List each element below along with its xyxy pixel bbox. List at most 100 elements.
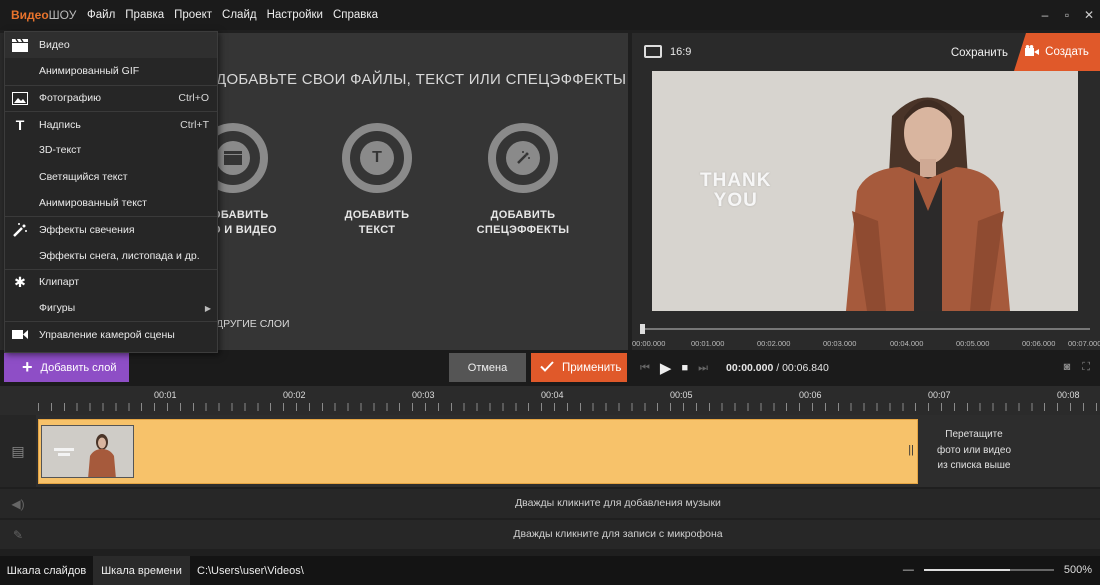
seek-handle[interactable]: [640, 324, 645, 334]
apply-button[interactable]: Применить: [531, 353, 627, 382]
menu-item-glowing-text[interactable]: Светящийся текст: [5, 163, 217, 189]
drop-hint: Перетащите фото или видео из списка выше: [936, 429, 1012, 471]
ruler-label: 00:01.000: [691, 339, 725, 348]
menu-item-animated-text[interactable]: Анимированный текст: [5, 190, 217, 216]
timeline-label: 00:03: [412, 390, 435, 400]
timeline-label: 00:05: [670, 390, 693, 400]
zoom-slider[interactable]: [923, 569, 1054, 571]
play-icon[interactable]: ▶: [660, 359, 672, 377]
cancel-button[interactable]: Отмена: [449, 353, 526, 382]
ruler-label: 00:03.000: [823, 339, 857, 348]
stop-icon[interactable]: ■: [681, 362, 688, 374]
other-layers-hint: ДРУГИЕ СЛОИ: [216, 318, 290, 330]
menu-item-shapes[interactable]: Фигуры ▶: [5, 295, 217, 321]
next-icon[interactable]: ⏭: [698, 362, 708, 375]
close-icon[interactable]: ✕: [1078, 8, 1100, 22]
title-bar: ВидеоШОУ Файл Правка Проект Слайд Настро…: [0, 0, 1100, 30]
timecode: 00:00.000 / 00:06.840: [726, 362, 829, 374]
add-effects-label: ДОБАВИТЬ СПЕЦЭФФЕКТЫ: [476, 209, 570, 236]
menu-file[interactable]: Файл: [82, 9, 120, 21]
logo-part-video: Видео: [11, 8, 49, 22]
menu-item-camera-control[interactable]: Управление камерой сцены: [5, 321, 217, 347]
zoom-slider-fill: [923, 569, 1010, 571]
status-bar: Шкала слайдов Шкала времени C:\Users\use…: [0, 556, 1100, 585]
add-layer-button[interactable]: + Добавить слой: [4, 353, 129, 382]
clip-thumbnail: [41, 425, 134, 478]
timeline-label: 00:02: [283, 390, 306, 400]
zoom-value: 500%: [1063, 564, 1092, 576]
menu-slide[interactable]: Слайд: [217, 9, 262, 21]
video-preview: THANK YOU: [652, 71, 1078, 311]
timeline-ruler[interactable]: 00:01 00:02 00:03 00:04 00:05 00:06 00:0…: [0, 386, 1100, 415]
ruler-label: 00:07.000: [1068, 339, 1100, 348]
create-button[interactable]: Создать: [1014, 33, 1100, 71]
thank-you-overlay: THANK YOU: [700, 170, 772, 211]
checkmark-icon: [540, 360, 554, 375]
minimize-icon[interactable]: –: [1034, 8, 1056, 22]
timeline-label: 00:06: [799, 390, 822, 400]
timeline-label: 00:07: [928, 390, 951, 400]
timeline-label: 00:08: [1057, 390, 1080, 400]
film-icon: [216, 141, 250, 175]
folder-path: C:\Users\user\Videos\: [197, 565, 304, 577]
save-button[interactable]: Сохранить: [951, 47, 1008, 59]
menu-project[interactable]: Проект: [169, 9, 217, 21]
timeline-label: 00:01: [154, 390, 177, 400]
clip-resize-handle[interactable]: ||: [908, 444, 914, 456]
menu-item-clipart[interactable]: ✱ Клипарт: [5, 268, 217, 295]
magic-wand-icon: [506, 141, 540, 175]
image-icon: [12, 91, 28, 105]
previous-icon[interactable]: ⏮: [640, 362, 650, 375]
music-hint: Дважды кликните для добавления музыки: [515, 497, 721, 509]
menu-item-photo[interactable]: Фотографию Ctrl+O: [5, 84, 217, 111]
maximize-icon[interactable]: ▫: [1056, 8, 1078, 22]
menu-item-snow-effects[interactable]: Эффекты снега, листопада и др.: [5, 242, 217, 268]
ruler-label: 00:02.000: [757, 339, 791, 348]
monitor-icon: [644, 45, 662, 58]
menu-settings[interactable]: Настройки: [262, 9, 328, 21]
menu-item-gif[interactable]: Анимированный GIF: [5, 58, 217, 84]
add-video-label: ОБАВИТЬ О И ВИДЕО: [212, 209, 277, 236]
zoom-out-icon[interactable]: —: [903, 564, 914, 576]
text-icon: T: [15, 116, 25, 133]
menu-help[interactable]: Справка: [328, 9, 383, 21]
gear-icon: ✱: [14, 273, 26, 290]
menu-item-video[interactable]: Видео: [5, 32, 217, 59]
video-clip[interactable]: ||: [38, 419, 918, 484]
menu-edit[interactable]: Правка: [120, 9, 169, 21]
film-strip-icon: ▤: [0, 415, 36, 487]
preview-panel: 16:9 Сохранить Создать THANK YOU 00:00.00…: [632, 33, 1100, 350]
add-text-label: ДОБАВИТЬ ТЕКСТ: [344, 209, 410, 236]
app-logo: ВидеоШОУ: [0, 8, 82, 22]
plus-icon: +: [22, 357, 33, 377]
submenu-arrow-icon: ▶: [204, 303, 211, 313]
preview-tools: ◙ ⛶: [1064, 361, 1090, 374]
timeline-ticks: [38, 403, 1100, 411]
film-icon: [12, 38, 28, 52]
add-layer-dropdown: Видео Анимированный GIF Фотографию Ctrl+…: [4, 31, 218, 353]
fullscreen-icon[interactable]: ⛶: [1082, 361, 1090, 374]
microphone-track[interactable]: ✎ Дважды кликните для записи с микрофона: [0, 520, 1100, 549]
preview-seek-ruler[interactable]: [640, 324, 1090, 334]
menu-item-caption[interactable]: T Надпись Ctrl+T: [5, 110, 217, 137]
ruler-label: 00:06.000: [1022, 339, 1056, 348]
video-track: ▤ || Перетащите фото или видео из списка…: [0, 415, 1100, 487]
ruler-label: 00:00.000: [632, 339, 666, 348]
ruler-label: 00:04.000: [890, 339, 924, 348]
aspect-ratio-selector[interactable]: 16:9: [644, 45, 691, 58]
logo-part-show: ШОУ: [48, 8, 77, 22]
ruler-label: 00:05.000: [956, 339, 990, 348]
snapshot-icon[interactable]: ◙: [1064, 361, 1071, 374]
tab-timeline[interactable]: Шкала времени: [93, 556, 190, 585]
menu-bar: Файл Правка Проект Слайд Настройки Справ…: [82, 9, 383, 21]
action-bar: + Добавить слой Отмена Применить ⏮ ▶ ■ ⏭…: [0, 350, 1100, 386]
video-camera-icon: [1025, 45, 1040, 59]
add-panel-headline: ДОБАВЬТЕ СВОИ ФАЙЛЫ, ТЕКСТ ИЛИ СПЕЦЭФФЕК…: [216, 71, 627, 88]
text-icon: T: [360, 141, 394, 175]
add-text-button[interactable]: T: [342, 123, 412, 193]
tab-slides[interactable]: Шкала слайдов: [0, 556, 93, 585]
music-track[interactable]: ◀) Дважды кликните для добавления музыки: [0, 489, 1100, 518]
menu-item-glow-effects[interactable]: Эффекты свечения: [5, 216, 217, 242]
menu-item-3d-text[interactable]: 3D-текст: [5, 137, 217, 163]
add-effects-button[interactable]: [488, 123, 558, 193]
